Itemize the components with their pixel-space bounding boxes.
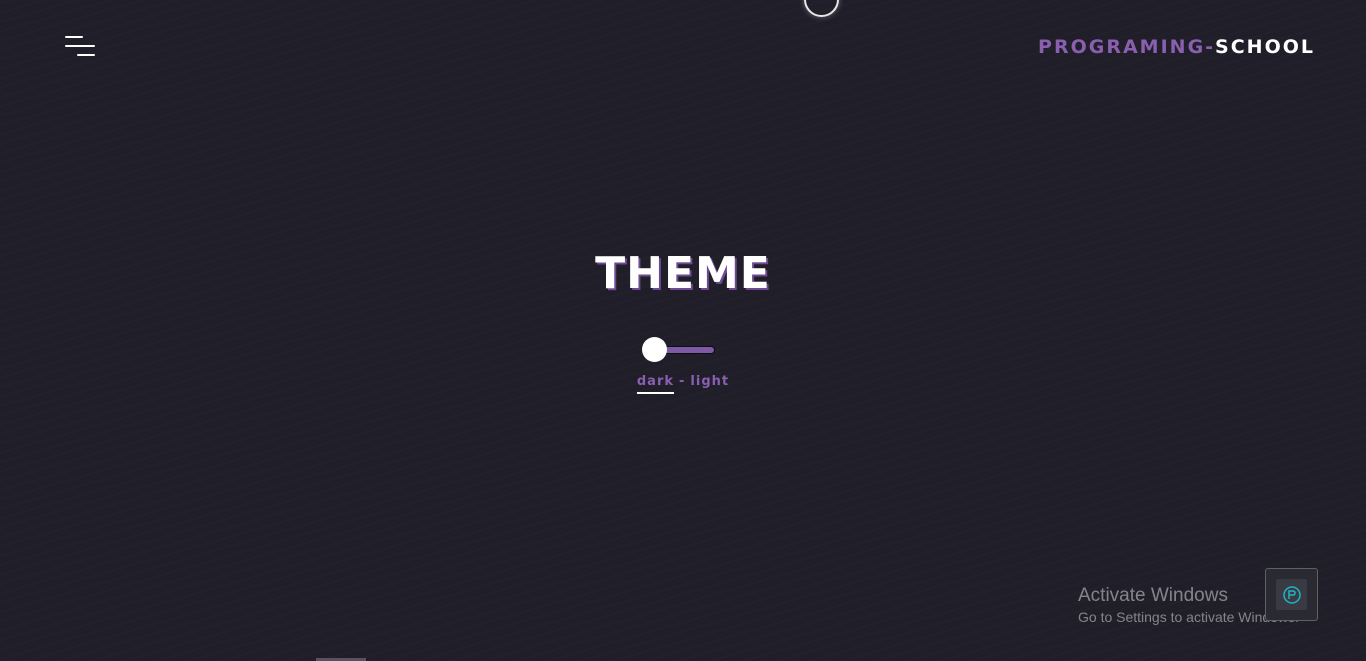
floating-app-button[interactable] (1265, 568, 1318, 621)
theme-option-dark[interactable]: dark (636, 374, 675, 394)
brand-logo[interactable]: PROGRAMING-SCHOOL (1038, 36, 1315, 58)
theme-toggle[interactable] (641, 336, 715, 364)
brand-main-text: SCHOOL (1215, 36, 1315, 58)
app-badge-icon (1276, 579, 1307, 610)
theme-options: dark - light (0, 374, 1366, 394)
theme-option-light[interactable]: light (690, 374, 729, 389)
cursor-ring (804, 0, 839, 17)
page-title: THEME (595, 248, 771, 299)
menu-bar-bottom (77, 54, 95, 56)
menu-bar-top (65, 36, 83, 38)
brand-accent-text: PROGRAMING- (1038, 36, 1216, 58)
theme-option-separator: - (679, 374, 686, 389)
menu-icon[interactable] (63, 35, 97, 59)
menu-bar-middle (65, 45, 95, 47)
toggle-knob[interactable] (642, 337, 667, 362)
